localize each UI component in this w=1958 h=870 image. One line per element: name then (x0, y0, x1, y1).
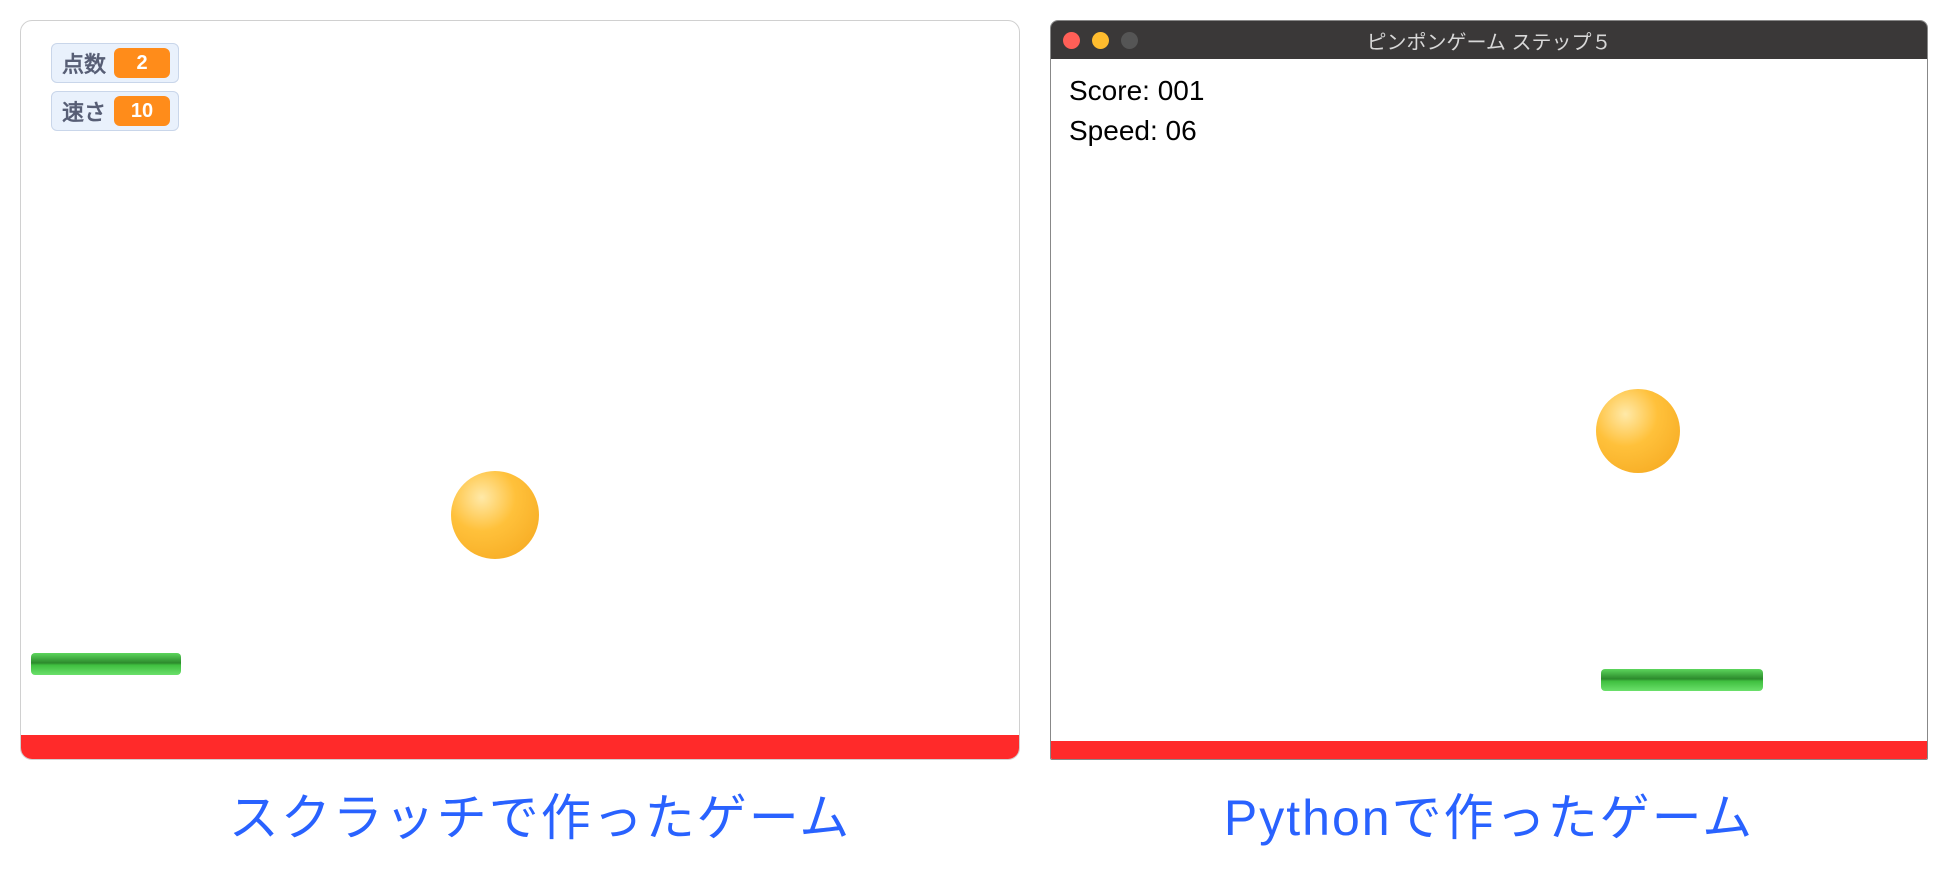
maximize-icon[interactable] (1121, 32, 1138, 49)
paddle-sprite[interactable] (31, 653, 181, 675)
python-floor (1051, 741, 1927, 759)
python-panel: ピンポンゲーム ステップ５ Score: 001 Speed: 06 Pytho… (1050, 20, 1928, 850)
variable-speed-value: 10 (114, 96, 170, 126)
floor-sprite (21, 735, 1019, 759)
traffic-lights (1063, 32, 1138, 49)
variable-score-label: 点数 (62, 47, 106, 79)
close-icon[interactable] (1063, 32, 1080, 49)
comparison-container: 点数 2 速さ 10 スクラッチで作ったゲーム ピンポンゲーム ステップ５ (0, 0, 1958, 850)
variable-speed-label: 速さ (62, 95, 106, 127)
variable-score-value: 2 (114, 48, 170, 78)
python-paddle (1601, 669, 1763, 691)
ball-sprite[interactable] (451, 471, 539, 559)
scratch-panel: 点数 2 速さ 10 スクラッチで作ったゲーム (20, 20, 1020, 850)
scratch-caption: スクラッチで作ったゲーム (60, 778, 1020, 850)
scratch-stage[interactable]: 点数 2 速さ 10 (20, 20, 1020, 760)
python-speed-text: Speed: 06 (1069, 115, 1197, 147)
python-caption: Pythonで作ったゲーム (1050, 778, 1928, 850)
minimize-icon[interactable] (1092, 32, 1109, 49)
variable-speed[interactable]: 速さ 10 (51, 91, 179, 131)
python-score-text: Score: 001 (1069, 75, 1204, 107)
python-canvas[interactable]: Score: 001 Speed: 06 (1051, 59, 1927, 759)
python-window[interactable]: ピンポンゲーム ステップ５ Score: 001 Speed: 06 (1050, 20, 1928, 760)
window-title: ピンポンゲーム ステップ５ (1051, 26, 1927, 55)
variable-score[interactable]: 点数 2 (51, 43, 179, 83)
window-titlebar[interactable]: ピンポンゲーム ステップ５ (1051, 21, 1927, 59)
python-ball (1596, 389, 1680, 473)
